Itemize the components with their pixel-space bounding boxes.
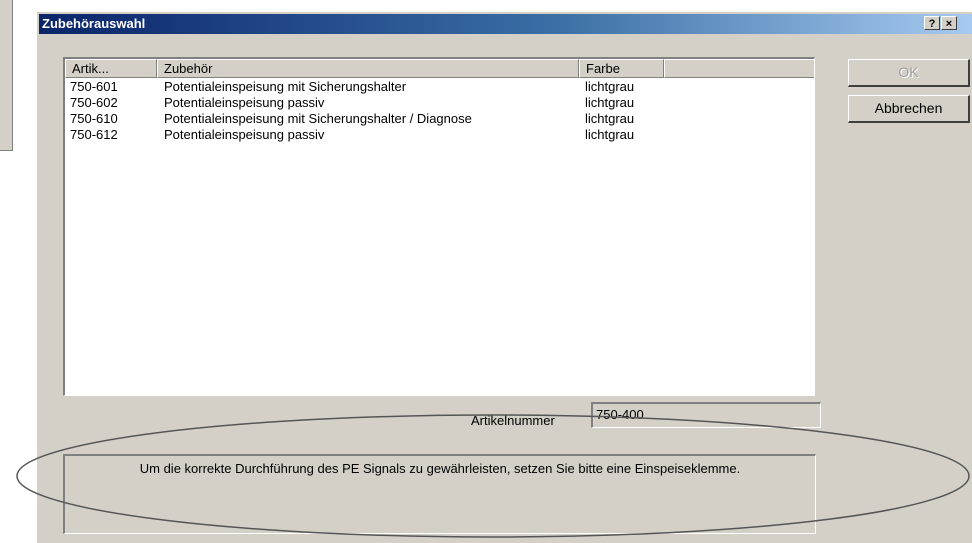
- cell-artikel: 750-602: [70, 95, 118, 110]
- close-button[interactable]: ×: [941, 16, 957, 30]
- list-rows: 750-601 Potentialeinspeisung mit Sicheru…: [65, 79, 814, 143]
- list-header: Artik... Zubehör Farbe: [65, 59, 814, 79]
- column-header-artikel[interactable]: Artik...: [65, 59, 157, 78]
- column-header-farbe[interactable]: Farbe: [579, 59, 664, 78]
- cell-zubehoer: Potentialeinspeisung passiv: [164, 95, 325, 110]
- cell-farbe: lichtgrau: [585, 95, 635, 110]
- list-row[interactable]: 750-612 Potentialeinspeisung passiv lich…: [65, 127, 814, 143]
- accessory-list[interactable]: Artik... Zubehör Farbe 750-601 Potential…: [63, 57, 815, 396]
- help-button[interactable]: ?: [924, 16, 940, 30]
- cell-artikel: 750-601: [70, 79, 118, 94]
- cell-zubehoer: Potentialeinspeisung passiv: [164, 127, 325, 142]
- list-row[interactable]: 750-601 Potentialeinspeisung mit Sicheru…: [65, 79, 814, 95]
- annotation-ellipse: [16, 414, 970, 538]
- cell-farbe: lichtgrau: [585, 111, 635, 126]
- column-header-empty[interactable]: [664, 59, 814, 78]
- column-header-zubehoer[interactable]: Zubehör: [157, 59, 579, 78]
- title-bar[interactable]: Zubehörauswahl ? ×: [39, 14, 972, 34]
- list-row[interactable]: 750-602 Potentialeinspeisung passiv lich…: [65, 95, 814, 111]
- cancel-button[interactable]: Abbrechen: [848, 95, 970, 123]
- cell-zubehoer: Potentialeinspeisung mit Sicherungshalte…: [164, 79, 407, 94]
- dialog-title: Zubehörauswahl: [42, 16, 146, 31]
- cell-farbe: lichtgrau: [585, 127, 635, 142]
- cell-farbe: lichtgrau: [585, 79, 635, 94]
- ok-button[interactable]: OK: [848, 59, 970, 87]
- background-window-fragment: [0, 0, 13, 151]
- cell-zubehoer: Potentialeinspeisung mit Sicherungshalte…: [164, 111, 472, 126]
- cell-artikel: 750-612: [70, 127, 118, 142]
- list-row[interactable]: 750-610 Potentialeinspeisung mit Sicheru…: [65, 111, 814, 127]
- cell-artikel: 750-610: [70, 111, 118, 126]
